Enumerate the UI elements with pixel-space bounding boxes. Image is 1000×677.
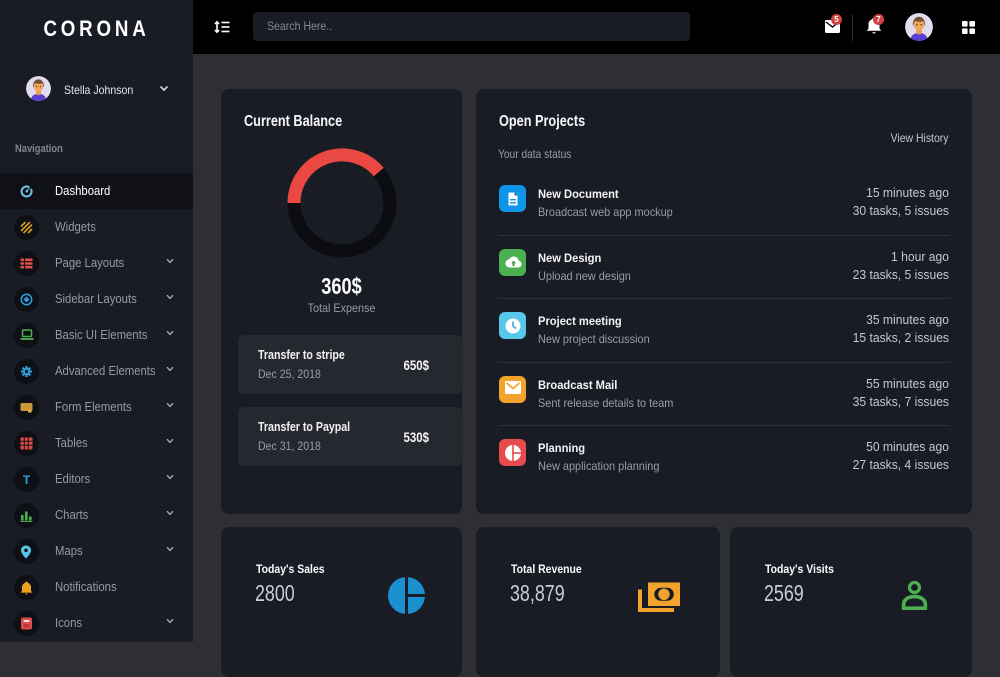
svg-text:T: T — [23, 473, 31, 486]
